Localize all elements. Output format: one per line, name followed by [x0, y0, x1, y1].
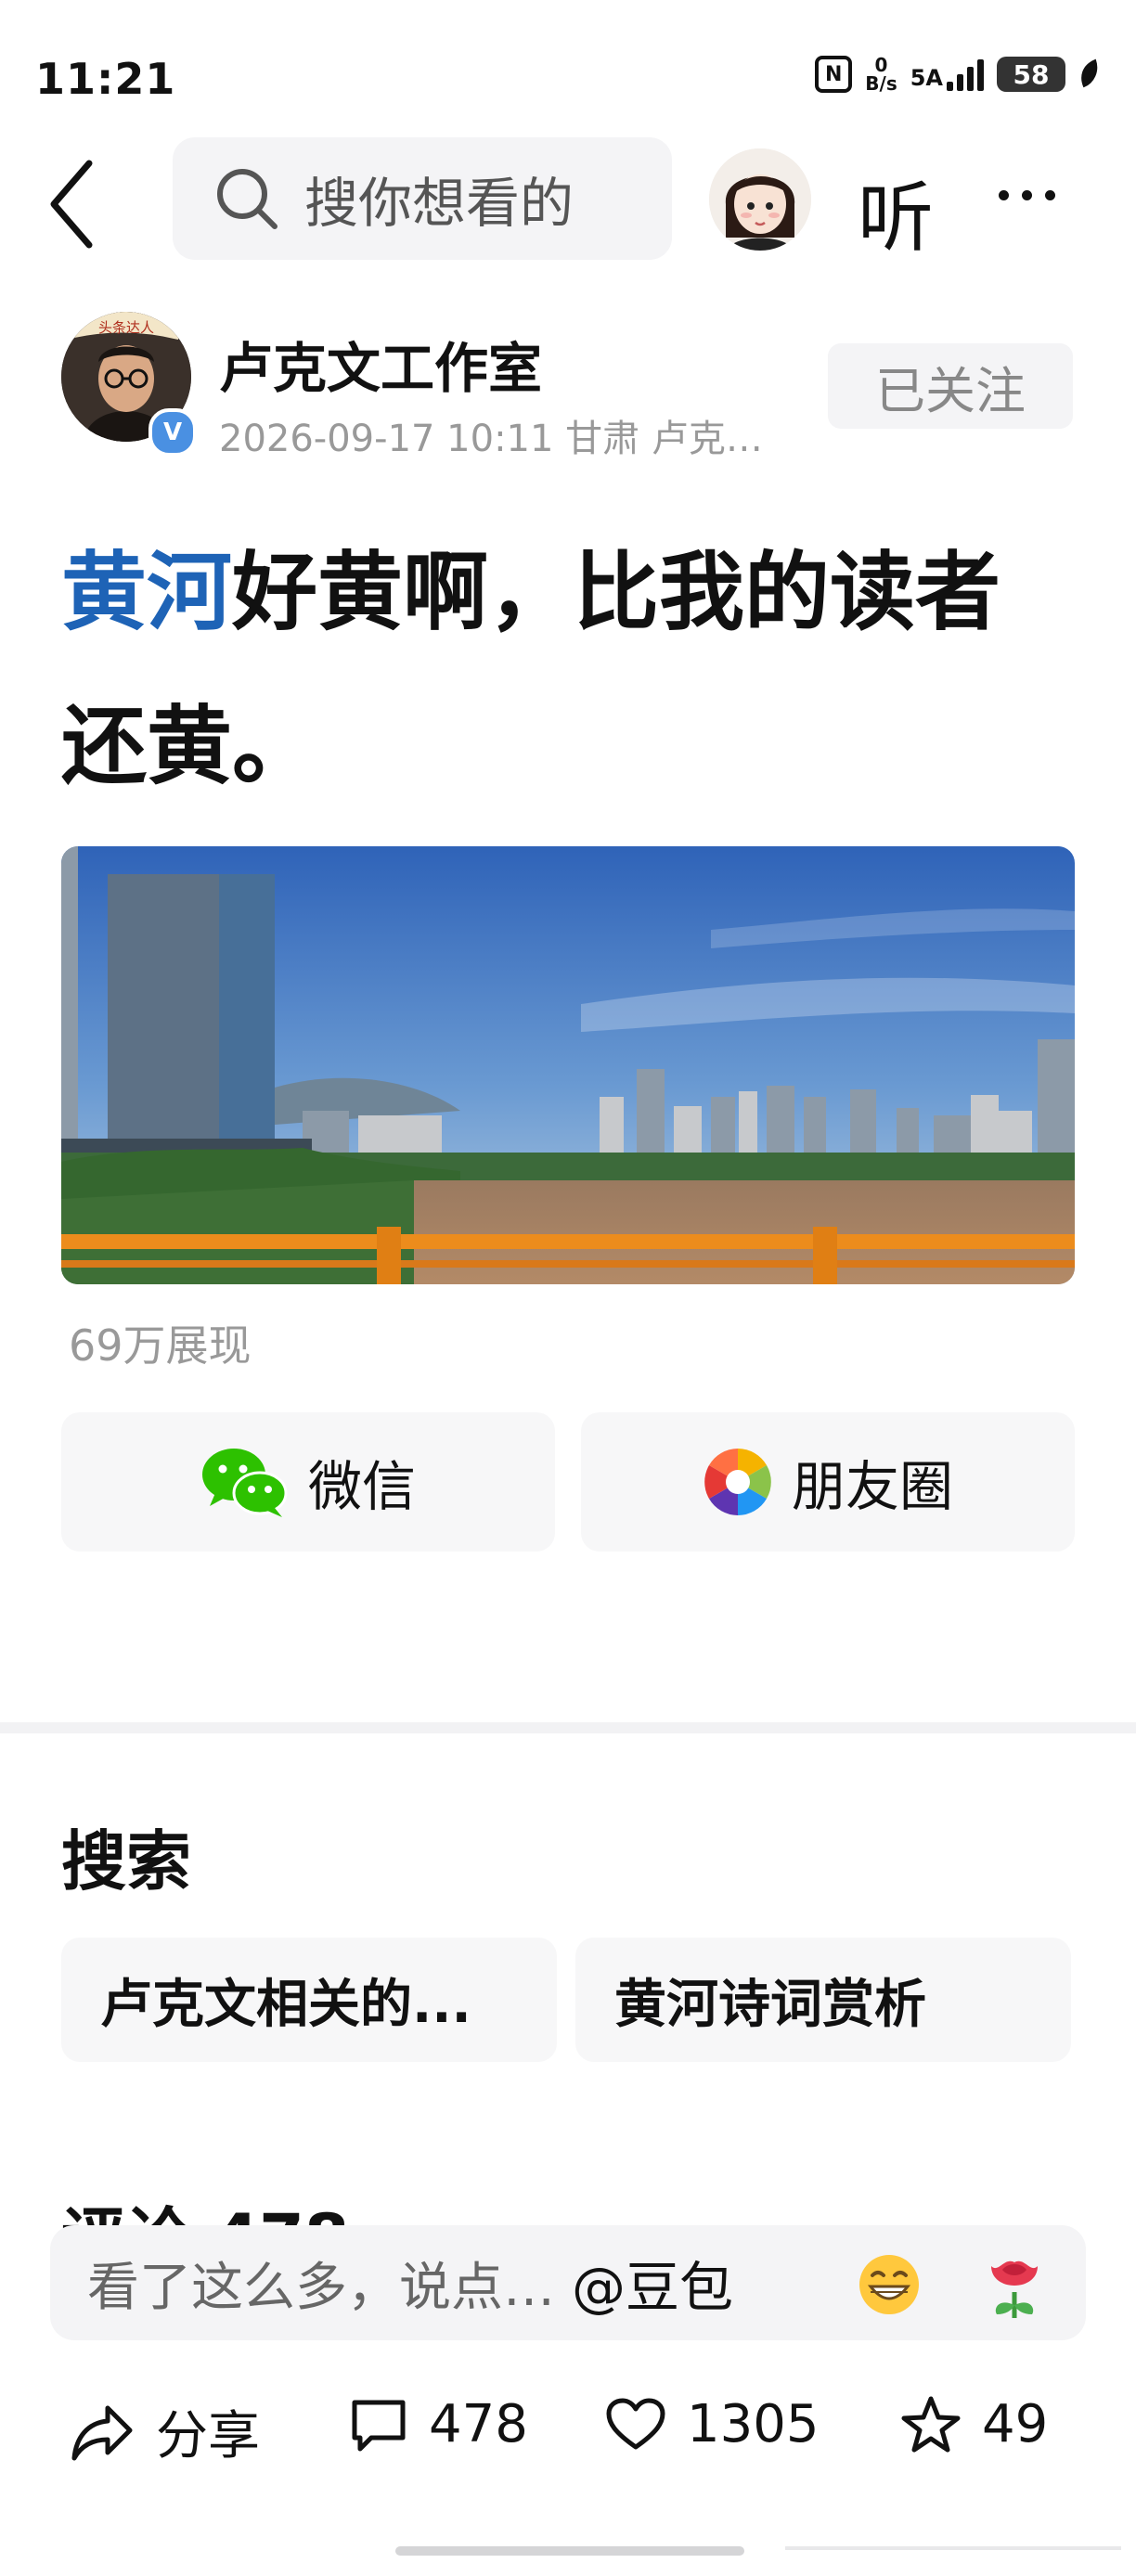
network-speed: 0 B/s — [865, 56, 897, 93]
heart-icon — [606, 2398, 665, 2449]
listen-button[interactable]: 听 — [858, 156, 934, 266]
network-type: 5A — [910, 65, 943, 91]
star-icon — [901, 2396, 961, 2452]
related-search-heading: 搜索 — [61, 1823, 191, 1900]
search-icon — [217, 169, 278, 229]
related-search-chip[interactable]: 黄河诗词赏析 — [575, 1938, 1071, 2062]
status-icons: N 0 B/s 5A 58 — [815, 56, 1099, 93]
leaf-icon — [1081, 58, 1098, 88]
battery-icon: 58 — [997, 57, 1065, 92]
comment-count: 478 — [429, 2394, 528, 2454]
comment-action-button[interactable]: 478 — [349, 2394, 528, 2454]
share-wechat-button[interactable]: 微信 — [61, 1412, 555, 1552]
rose-icon — [991, 2260, 1038, 2318]
signal-indicator: 5A — [910, 58, 984, 91]
nfc-icon: N — [815, 56, 853, 93]
yellow-river-cityscape-photo — [61, 846, 1075, 1284]
status-time: 11:21 — [35, 54, 176, 104]
scroll-hint-line — [785, 2546, 1121, 2550]
comment-input[interactable]: 看了这么多，说点… @豆包 — [50, 2225, 1086, 2340]
share-action-button[interactable]: 分享 — [71, 2394, 260, 2469]
cartoon-girl-avatar-icon — [709, 148, 811, 251]
comment-bubble-icon — [352, 2400, 406, 2451]
chevron-left-icon — [50, 160, 93, 249]
section-divider — [0, 1722, 1136, 1733]
wechat-icon — [201, 1449, 288, 1517]
grinning-face-icon — [859, 2255, 919, 2314]
signal-icon — [947, 58, 984, 91]
share-moments-button[interactable]: 朋友圈 — [581, 1412, 1075, 1552]
search-placeholder: 搜你想看的 — [304, 172, 574, 235]
share-arrow-icon — [71, 2405, 133, 2460]
related-search-chip[interactable]: 卢克文相关的... — [61, 1938, 557, 2062]
post-meta: 2026-09-17 10:11 甘肃 卢克… — [219, 418, 763, 460]
verified-badge-icon: V — [148, 408, 197, 457]
post-image[interactable] — [61, 846, 1075, 1284]
search-input[interactable]: 搜你想看的 — [173, 137, 672, 260]
back-button[interactable] — [45, 158, 100, 251]
favorite-count: 49 — [982, 2394, 1049, 2454]
network-speed-unit: B/s — [865, 72, 897, 95]
post-topic-link[interactable]: 黄河 — [61, 543, 232, 642]
moments-label: 朋友圈 — [791, 1455, 953, 1518]
network-speed-value: 0 — [874, 54, 888, 76]
doubao-assistant-avatar[interactable] — [709, 148, 811, 251]
avatar-banner-text: 头条达人 — [98, 319, 154, 336]
author-name[interactable]: 卢克文工作室 — [219, 325, 542, 403]
like-count: 1305 — [687, 2394, 820, 2454]
like-action-button[interactable]: 1305 — [605, 2394, 820, 2454]
grin-emoji-icon[interactable] — [856, 2251, 923, 2322]
more-options-icon[interactable] — [999, 190, 1055, 200]
follow-button[interactable]: 已关注 — [828, 343, 1073, 429]
view-count: 69万展现 — [69, 1320, 252, 1371]
post-text: 黄河好黄啊，比我的读者还黄。 — [61, 516, 1082, 824]
favorite-action-button[interactable]: 49 — [900, 2394, 1048, 2454]
moments-aperture-icon — [704, 1449, 771, 1515]
comment-placeholder: 看了这么多，说点… — [87, 2257, 555, 2318]
share-action-label: 分享 — [156, 2406, 260, 2467]
wechat-label: 微信 — [307, 1455, 416, 1518]
home-indicator[interactable] — [395, 2546, 744, 2556]
rose-emoji-icon[interactable] — [980, 2249, 1049, 2324]
mention-doubao-button[interactable]: @豆包 — [572, 2244, 733, 2322]
